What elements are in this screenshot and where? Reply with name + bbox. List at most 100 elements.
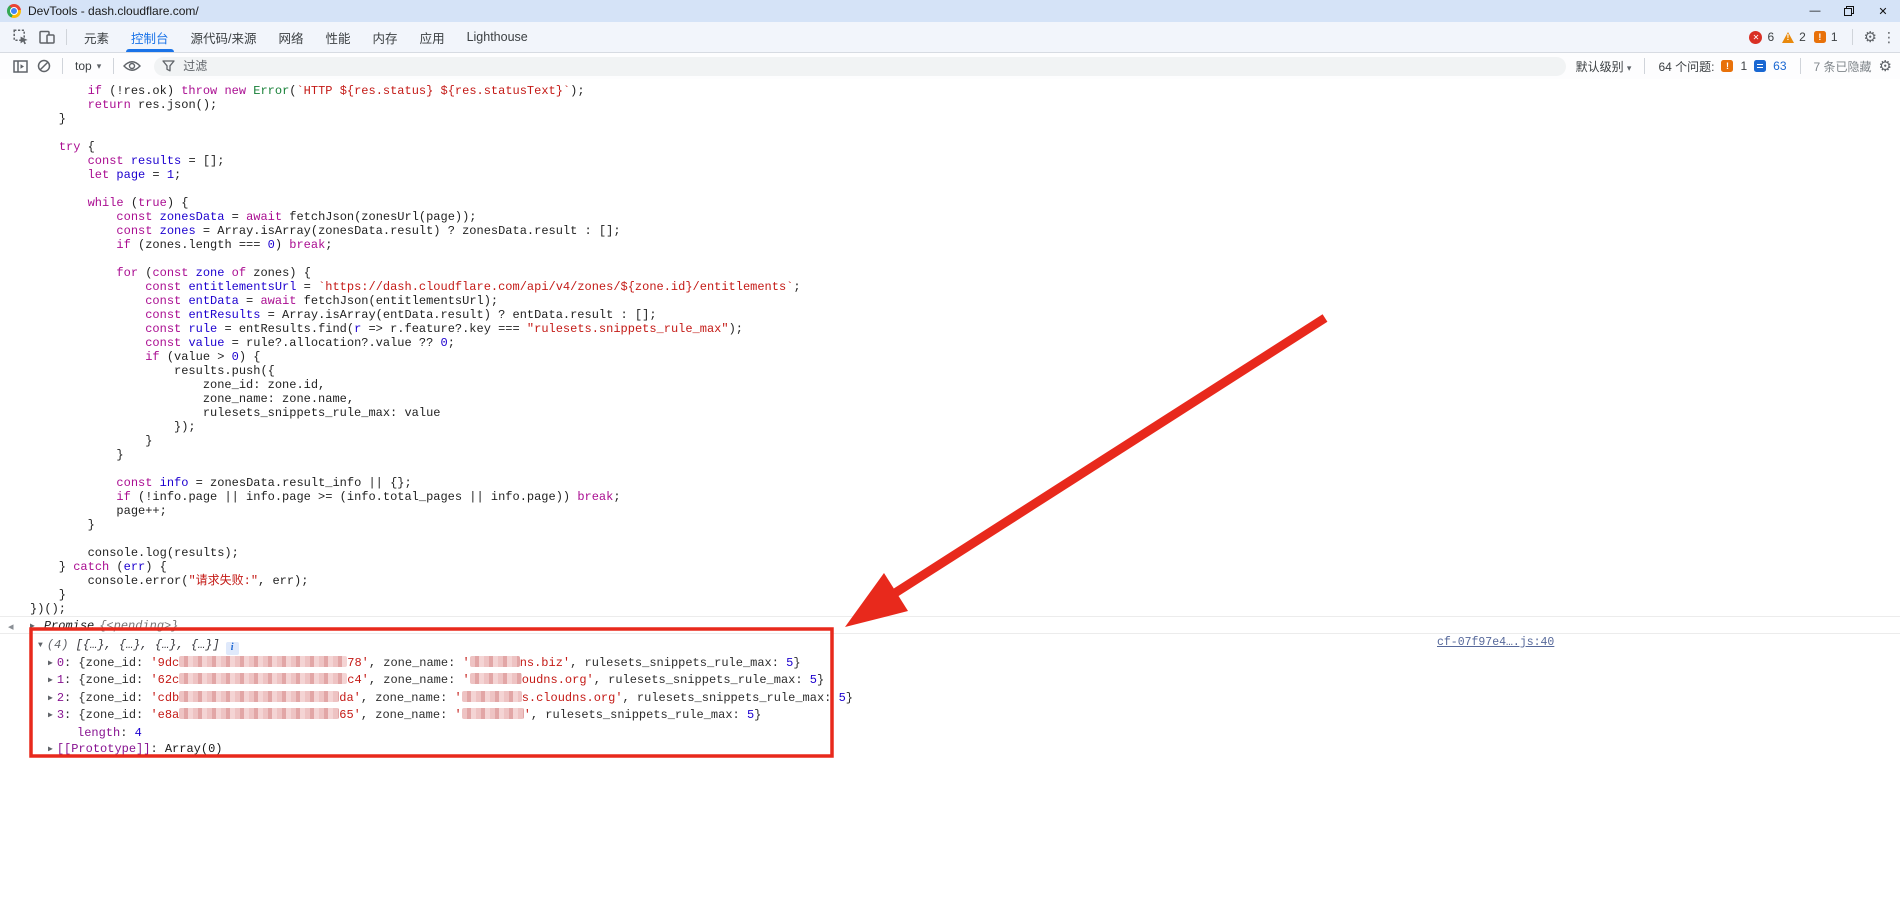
inspect-cursor-icon bbox=[13, 29, 29, 45]
code-line: })(); bbox=[30, 602, 801, 616]
code-line: const entitlementsUrl = `https://dash.cl… bbox=[30, 280, 801, 294]
clear-console-icon bbox=[37, 59, 51, 73]
tab-控制台[interactable]: 控制台 bbox=[120, 22, 180, 52]
code-line: } bbox=[30, 448, 801, 462]
code-line: const entData = await fetchJson(entitlem… bbox=[30, 294, 801, 308]
console-warnings-icon[interactable] bbox=[1782, 32, 1794, 43]
expand-icon: ▶ bbox=[48, 659, 53, 668]
toggle-device-toolbar-button[interactable] bbox=[34, 25, 60, 49]
code-line: if (value > 0) { bbox=[30, 350, 801, 364]
code-line: return res.json(); bbox=[30, 98, 801, 112]
device-toolbar-icon bbox=[39, 29, 55, 45]
tab-内存[interactable]: 内存 bbox=[362, 22, 409, 52]
console-filter-box[interactable] bbox=[154, 57, 1565, 76]
returned-value-icon: ◂ bbox=[8, 620, 14, 633]
console-sidebar-toggle-button[interactable] bbox=[8, 55, 32, 77]
log-level-selector[interactable]: 默认级别 ▾ bbox=[1576, 58, 1632, 75]
close-button[interactable]: ✕ bbox=[1866, 0, 1900, 22]
console-errors-icon[interactable]: ✕ bbox=[1749, 31, 1762, 44]
code-line: const zonesData = await fetchJson(zonesU… bbox=[30, 210, 801, 224]
expand-icon: ▶ bbox=[48, 676, 53, 685]
code-line: for (const zone of zones) { bbox=[30, 266, 801, 280]
console-messages-area: if (!res.ok) throw new Error(`HTTP ${res… bbox=[0, 79, 1900, 915]
console-log-array-message: ▼ (4) [{…}, {…}, {…}, {…}] i ▶0: {zone_id:… bbox=[30, 637, 930, 759]
divider bbox=[113, 58, 114, 74]
array-preview-row[interactable]: ▼ (4) [{…}, {…}, {…}, {…}] i bbox=[30, 637, 930, 655]
source-location-link[interactable]: cf-07f97e4….js:40 bbox=[1437, 636, 1554, 649]
issue-count: 1 bbox=[1831, 30, 1838, 44]
divider bbox=[1852, 29, 1853, 45]
tab-list: 元素控制台源代码/来源网络性能内存应用Lighthouse bbox=[73, 22, 539, 52]
array-item-row[interactable]: ▶3: {zone_id: 'e8a65', zone_name: '', ru… bbox=[30, 707, 930, 725]
info-icon[interactable]: i bbox=[226, 642, 239, 655]
issues-count-label[interactable]: 64 个问题: bbox=[1658, 58, 1714, 75]
promise-name: Promise bbox=[44, 619, 94, 633]
promise-state: {<pending>} bbox=[99, 619, 178, 633]
eye-icon bbox=[123, 60, 141, 72]
tab-Lighthouse[interactable]: Lighthouse bbox=[456, 22, 539, 52]
code-line: console.error("请求失败:", err); bbox=[30, 574, 801, 588]
tab-性能[interactable]: 性能 bbox=[315, 22, 362, 52]
array-item-row[interactable]: ▶0: {zone_id: '9dc78', zone_name: 'ns.bi… bbox=[30, 655, 930, 673]
close-icon: ✕ bbox=[1878, 5, 1887, 18]
window-titlebar: DevTools - dash.cloudflare.com/ — ✕ bbox=[0, 0, 1900, 22]
code-line: const rule = entResults.find(r => r.feat… bbox=[30, 322, 801, 336]
expand-icon: ▶ bbox=[48, 711, 53, 720]
filter-input[interactable] bbox=[181, 58, 1511, 74]
array-count: (4) bbox=[47, 638, 69, 652]
restore-button[interactable] bbox=[1832, 0, 1866, 22]
code-line: const info = zonesData.result_info || {}… bbox=[30, 476, 801, 490]
array-items-preview: [{…}, {…}, {…}, {…}] bbox=[68, 638, 219, 652]
code-line: const results = []; bbox=[30, 154, 801, 168]
settings-gear-icon[interactable]: ⚙ bbox=[1864, 30, 1877, 45]
issue-error-count: 1 bbox=[1740, 59, 1747, 73]
code-line: page++; bbox=[30, 504, 801, 518]
code-line: zone_name: zone.name, bbox=[30, 392, 801, 406]
code-line: try { bbox=[30, 140, 801, 154]
code-line bbox=[30, 182, 801, 196]
code-line bbox=[30, 462, 801, 476]
minimize-button[interactable]: — bbox=[1798, 0, 1832, 22]
array-item-row[interactable]: ▶1: {zone_id: '62cc4', zone_name: 'oudns… bbox=[30, 672, 930, 690]
tab-网络[interactable]: 网络 bbox=[268, 22, 315, 52]
divider bbox=[1800, 58, 1801, 74]
context-label: top bbox=[75, 59, 92, 73]
divider bbox=[66, 29, 67, 45]
divider bbox=[62, 58, 63, 74]
array-item-row[interactable]: ▶2: {zone_id: 'cdbda', zone_name: 's.clo… bbox=[30, 690, 930, 708]
issue-message-count: 63 bbox=[1773, 59, 1786, 73]
code-line bbox=[30, 126, 801, 140]
returned-promise-row[interactable]: ▶ Promise {<pending>} bbox=[30, 619, 178, 633]
code-line: zone_id: zone.id, bbox=[30, 378, 801, 392]
code-line: const value = rule?.allocation?.value ??… bbox=[30, 336, 801, 350]
live-expression-button[interactable] bbox=[120, 55, 144, 77]
redaction-blur bbox=[462, 691, 522, 702]
tab-源代码/来源[interactable]: 源代码/来源 bbox=[180, 22, 268, 52]
code-line: const entResults = Array.isArray(entData… bbox=[30, 308, 801, 322]
redaction-blur bbox=[470, 673, 522, 684]
redaction-blur bbox=[179, 656, 347, 667]
tab-元素[interactable]: 元素 bbox=[73, 22, 120, 52]
minimize-icon: — bbox=[1810, 5, 1821, 17]
code-line: rulesets_snippets_rule_max: value bbox=[30, 406, 801, 420]
issues-icon[interactable]: ! bbox=[1814, 31, 1826, 43]
redaction-blur bbox=[462, 708, 524, 719]
collapse-icon: ▼ bbox=[38, 641, 43, 650]
error-count: 6 bbox=[1767, 30, 1774, 44]
code-line: let page = 1; bbox=[30, 168, 801, 182]
inspect-element-button[interactable] bbox=[8, 25, 34, 49]
hidden-messages-label[interactable]: 7 条已隐藏 bbox=[1814, 58, 1872, 75]
code-line: results.push({ bbox=[30, 364, 801, 378]
more-options-icon[interactable]: ⋮ bbox=[1882, 29, 1892, 46]
code-line: } bbox=[30, 112, 801, 126]
message-separator bbox=[0, 616, 1900, 617]
divider bbox=[1644, 58, 1645, 74]
javascript-context-selector[interactable]: top ▾ bbox=[69, 59, 107, 73]
console-settings-gear-icon[interactable]: ⚙ bbox=[1879, 59, 1892, 74]
array-prototype-row[interactable]: ▶[[Prototype]]: Array(0) bbox=[30, 741, 930, 759]
chevron-down-icon: ▾ bbox=[1627, 63, 1632, 73]
window-title: DevTools - dash.cloudflare.com/ bbox=[28, 4, 199, 18]
issue-error-badge-icon: ! bbox=[1721, 60, 1733, 72]
tab-应用[interactable]: 应用 bbox=[409, 22, 456, 52]
clear-console-button[interactable] bbox=[32, 55, 56, 77]
